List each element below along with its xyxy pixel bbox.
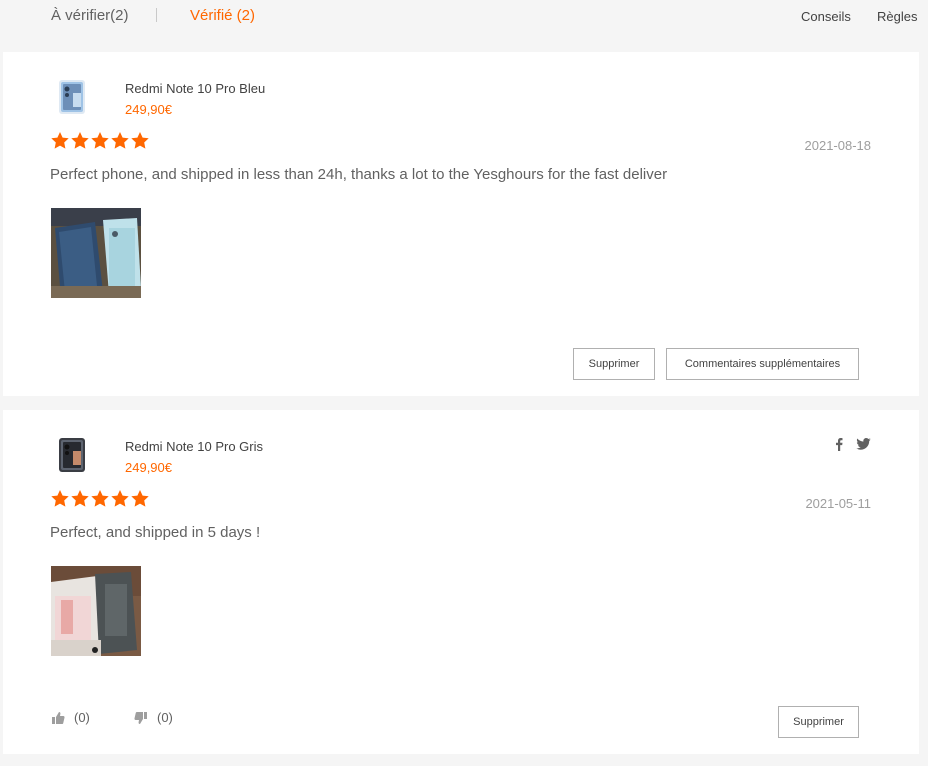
review-text: Perfect, and shipped in 5 days ! [50, 524, 261, 541]
facebook-icon [836, 438, 843, 451]
star-rating [50, 489, 150, 508]
like-button[interactable]: (0) [51, 710, 90, 726]
delete-button[interactable]: Supprimer [778, 706, 859, 738]
product-price: 249,90€ [125, 102, 172, 117]
star-icon [91, 490, 109, 507]
star-icon [71, 132, 89, 149]
star-icon [131, 132, 149, 149]
dislike-button[interactable]: (0) [134, 710, 173, 726]
star-icon [131, 490, 149, 507]
tab-to-verify[interactable]: À vérifier(2) [51, 7, 129, 25]
star-rating [50, 131, 150, 150]
review-date: 2021-05-11 [805, 496, 871, 511]
twitter-share[interactable] [856, 438, 871, 450]
product-thumbnail[interactable] [55, 79, 89, 115]
rules-link[interactable]: Règles [877, 9, 917, 25]
star-icon [111, 490, 129, 507]
review-tabs-bar: À vérifier(2) Vérifié (2) Conseils Règle… [0, 0, 928, 34]
tab-divider [156, 8, 157, 22]
thumbs-down-icon [134, 712, 147, 724]
thumbs-up-icon [52, 712, 65, 724]
star-icon [51, 132, 69, 149]
review-photo[interactable] [51, 566, 141, 656]
product-thumbnail[interactable] [55, 437, 89, 473]
review-card: Redmi Note 10 Pro Gris 249,90€ 2021-05-1… [3, 410, 919, 754]
review-date: 2021-08-18 [804, 138, 872, 153]
product-name[interactable]: Redmi Note 10 Pro Bleu [125, 81, 265, 97]
tips-link[interactable]: Conseils [801, 9, 851, 25]
dislike-count: (0) [157, 710, 173, 725]
facebook-share[interactable] [835, 438, 843, 451]
product-price: 249,90€ [125, 460, 172, 475]
star-icon [51, 490, 69, 507]
twitter-icon [856, 438, 871, 450]
tab-verified[interactable]: Vérifié (2) [190, 7, 255, 25]
review-card: Redmi Note 10 Pro Bleu 249,90€ 2021-08-1… [3, 52, 919, 396]
product-name[interactable]: Redmi Note 10 Pro Gris [125, 439, 263, 455]
star-icon [91, 132, 109, 149]
like-count: (0) [74, 710, 90, 725]
star-icon [71, 490, 89, 507]
star-icon [111, 132, 129, 149]
delete-button[interactable]: Supprimer [573, 348, 655, 380]
review-text: Perfect phone, and shipped in less than … [50, 166, 668, 183]
review-photo[interactable] [51, 208, 141, 298]
additional-comments-button[interactable]: Commentaires supplémentaires [666, 348, 859, 380]
